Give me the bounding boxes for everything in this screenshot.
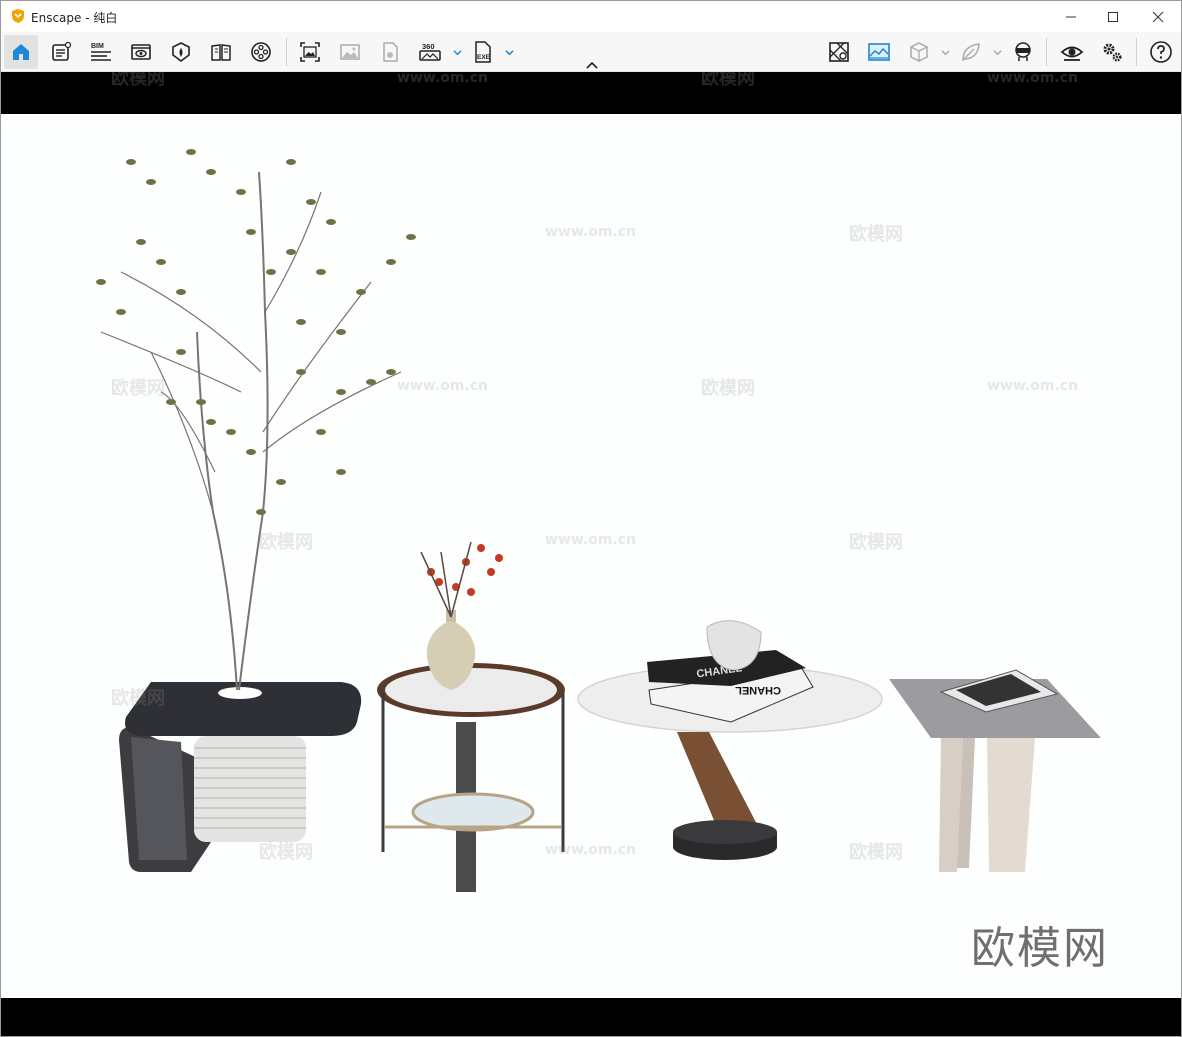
render-mode-icon xyxy=(868,43,890,61)
chevron-down-icon xyxy=(940,49,950,55)
watermark-text: 欧模网 xyxy=(849,841,903,863)
watermark-text: 欧模网 xyxy=(701,377,755,399)
vr-headset-icon xyxy=(1015,42,1031,61)
watermark-url: www.om.cn xyxy=(397,378,488,394)
minimize-button[interactable] xyxy=(1048,1,1094,32)
site-logo-watermark: 欧模网 xyxy=(971,923,1109,974)
watermark-url: www.om.cn xyxy=(545,224,636,240)
watermark-url: www.om.cn xyxy=(545,532,636,548)
video-editor-icon xyxy=(251,42,271,62)
asset-library-button[interactable] xyxy=(44,35,78,69)
square-side-table xyxy=(889,669,1101,872)
asset-library-icon xyxy=(52,41,72,61)
bim-button[interactable]: BIM xyxy=(84,35,118,69)
window-title: Enscape - 纯白 xyxy=(31,11,118,25)
material-editor-icon xyxy=(211,44,231,61)
watermark-url: www.om.cn xyxy=(987,378,1078,394)
chevron-down-icon xyxy=(504,49,514,55)
render-mode-button[interactable] xyxy=(862,35,896,69)
book-label-2: CHANEL xyxy=(735,684,781,696)
app-window: Enscape - 纯白 BIM 360 EXE CHANEL CHANEL 欧… xyxy=(0,0,1182,1037)
toolbar-separator xyxy=(286,38,287,66)
leaf-button[interactable] xyxy=(954,35,988,69)
exe-export-icon: EXE xyxy=(475,41,491,63)
title-bar[interactable]: Enscape - 纯白 xyxy=(1,1,1181,32)
capture-screenshot-button[interactable] xyxy=(293,35,327,69)
leaf-dropdown-toggle[interactable] xyxy=(991,42,1003,62)
export-panorama-button[interactable] xyxy=(373,35,407,69)
close-button[interactable] xyxy=(1135,1,1181,32)
home-button[interactable] xyxy=(4,35,38,69)
visual-settings-button[interactable] xyxy=(1055,35,1089,69)
general-settings-button[interactable] xyxy=(1095,35,1129,69)
toolbar-collapse-toggle[interactable] xyxy=(584,59,600,71)
chevron-down-icon xyxy=(452,49,462,55)
atmosphere-button[interactable] xyxy=(164,35,198,69)
gallery-icon xyxy=(340,44,360,60)
pano-label: 360 xyxy=(422,42,435,51)
close-icon xyxy=(1152,11,1164,22)
views-icon xyxy=(131,44,151,60)
help-button[interactable] xyxy=(1144,35,1178,69)
chevron-down-icon xyxy=(992,49,1002,55)
video-editor-button[interactable] xyxy=(244,35,278,69)
capture-screenshot-icon xyxy=(300,42,320,62)
help-icon xyxy=(1150,41,1172,63)
views-button[interactable] xyxy=(124,35,158,69)
watermark-text: 欧模网 xyxy=(111,687,165,709)
360-panorama-button[interactable]: 360 xyxy=(413,35,447,69)
pano-dropdown-toggle[interactable] xyxy=(451,42,463,62)
watermark-url: www.om.cn xyxy=(987,72,1078,86)
general-settings-icon xyxy=(1103,43,1122,62)
map-icon xyxy=(829,42,849,62)
toolbar-separator xyxy=(1046,38,1047,66)
watermark-text: 欧模网 xyxy=(701,72,755,89)
360-panorama-icon: 360 xyxy=(419,42,441,61)
visual-settings-icon xyxy=(1060,46,1084,61)
exe-dropdown-toggle[interactable] xyxy=(503,42,515,62)
plant-foliage xyxy=(96,149,416,515)
cube-dropdown-toggle[interactable] xyxy=(939,42,951,62)
map-button[interactable] xyxy=(822,35,856,69)
watermark-text: 欧模网 xyxy=(259,841,313,863)
exe-export-button[interactable]: EXE xyxy=(466,35,500,69)
bim-icon: BIM xyxy=(91,43,111,61)
atmosphere-icon xyxy=(172,42,190,62)
letterbox-bottom xyxy=(1,998,1181,1036)
potted-plant xyxy=(100,171,402,691)
home-icon xyxy=(13,44,29,60)
round-metal-side-table xyxy=(377,663,565,892)
watermark-text: 欧模网 xyxy=(849,531,903,553)
gallery-button[interactable] xyxy=(333,35,367,69)
toolbar-separator xyxy=(1136,38,1137,66)
maximize-button[interactable] xyxy=(1090,1,1136,32)
exe-label: EXE xyxy=(477,54,491,61)
material-editor-button[interactable] xyxy=(204,35,238,69)
leaf-icon xyxy=(962,43,980,62)
watermark-text: 欧模网 xyxy=(259,531,313,553)
watermark-text: 欧模网 xyxy=(111,72,165,89)
vr-headset-button[interactable] xyxy=(1006,35,1040,69)
watermark-text: 欧模网 xyxy=(111,377,165,399)
planter-side-table xyxy=(119,682,362,872)
watermark-text: 欧模网 xyxy=(849,223,903,245)
watermark-url: www.om.cn xyxy=(397,72,488,86)
cube-button[interactable] xyxy=(902,35,936,69)
scene-render: CHANEL CHANEL 欧模网 www.om.cn 欧模网 www.om.c… xyxy=(96,72,1101,1019)
watermark-url: www.om.cn xyxy=(545,842,636,858)
chevron-up-icon xyxy=(586,61,598,69)
enscape-logo-icon xyxy=(12,9,24,23)
cube-icon xyxy=(910,42,928,62)
render-viewport[interactable]: CHANEL CHANEL 欧模网 www.om.cn 欧模网 www.om.c… xyxy=(1,72,1181,1036)
maximize-icon xyxy=(1108,11,1118,22)
bim-label: BIM xyxy=(91,43,104,50)
export-panorama-icon xyxy=(383,42,398,62)
minimize-icon xyxy=(1066,16,1076,17)
